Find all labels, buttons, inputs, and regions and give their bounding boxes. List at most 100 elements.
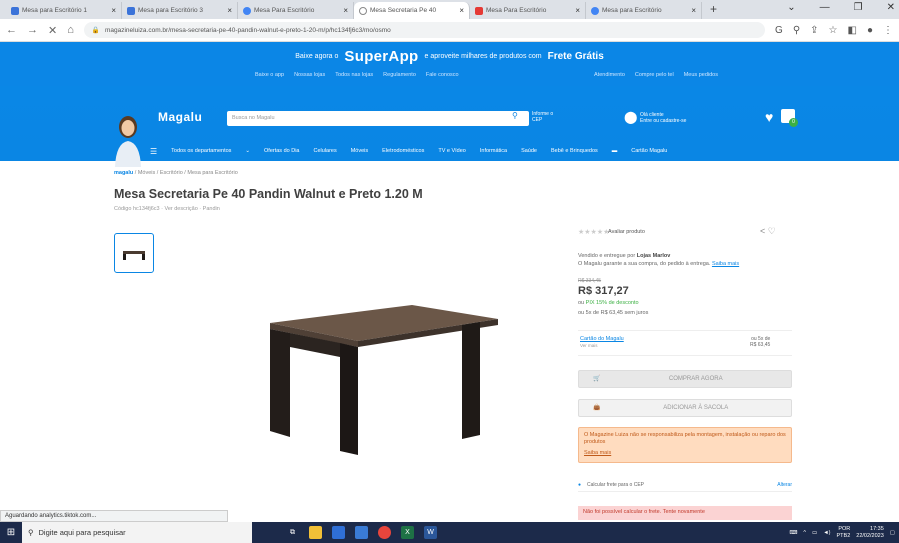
tab-close-icon[interactable]: × (575, 6, 580, 15)
lock-icon: 🔒 (91, 27, 100, 34)
excel-icon[interactable]: X (401, 526, 414, 539)
top-link[interactable]: Compre pelo tel (635, 72, 674, 78)
browser-tab[interactable]: Mesa para Escritório 3 × (122, 2, 238, 19)
volume-icon[interactable]: ◄) (823, 530, 830, 536)
category-link[interactable]: Móveis (351, 148, 368, 154)
back-icon[interactable]: ← (6, 24, 17, 36)
category-link[interactable]: Informática (480, 148, 507, 154)
cart-badge: 0 (789, 118, 798, 127)
breadcrumb: magalu / Móveis / Escritório / Mesa para… (114, 170, 238, 176)
window-controls: ⌄ — ❐ ✕ (787, 2, 895, 13)
magalu-card-label[interactable]: Cartão do Magalu (580, 336, 624, 342)
url-input[interactable]: 🔒 magazineluiza.com.br/mesa-secretaria-pe… (83, 22, 766, 38)
top-link[interactable]: Todos nas lojas (335, 72, 373, 78)
bookmark-star-icon[interactable]: ☆ (829, 25, 838, 36)
browser-tab[interactable]: Mesa Para Escritório × (238, 2, 354, 19)
top-link[interactable]: Meus pedidos (684, 72, 718, 78)
product-main-image[interactable] (262, 305, 498, 455)
category-link[interactable]: Cartão Magalu (631, 148, 667, 154)
taskbar-apps: ⧉ X W (286, 526, 437, 539)
category-link[interactable]: Celulares (313, 148, 336, 154)
maximize-icon[interactable]: ❐ (854, 2, 863, 13)
buy-now-button[interactable]: 🛒 COMPRAR AGORA (578, 370, 792, 388)
price: R$ 317,27 (578, 285, 629, 297)
category-nav: ☰ Todos os departamentos ⌄ Ofertas do Di… (150, 144, 810, 158)
shipping-cep-row: ● Calcular frete para o CEP Alterar (578, 478, 792, 492)
task-view-icon[interactable]: ⧉ (286, 526, 299, 539)
menu-icon[interactable]: ⋮ (883, 25, 893, 36)
file-explorer-icon[interactable] (309, 526, 322, 539)
category-link[interactable]: Todos os departamentos (171, 148, 231, 154)
top-link[interactable]: Fale conosco (426, 72, 459, 78)
browser-tab-bar: Mesa para Escritório 1 × Mesa para Escrit… (0, 0, 899, 19)
magalu-logo[interactable]: Magalu (158, 110, 202, 124)
change-cep-link[interactable]: Alterar (777, 482, 792, 488)
category-link[interactable]: TV e Vídeo (438, 148, 466, 154)
tab-close-icon[interactable]: × (227, 6, 232, 15)
browser-tab[interactable]: Mesa para Escritório × (586, 2, 702, 19)
zoom-icon[interactable]: ⚲ (793, 25, 800, 36)
breadcrumb-home[interactable]: magalu (114, 170, 133, 176)
taskbar-search-input[interactable]: ⚲ Digite aqui para pesquisar (22, 522, 252, 543)
store-icon[interactable] (332, 526, 345, 539)
category-link[interactable]: Saúde (521, 148, 537, 154)
word-icon[interactable]: W (424, 526, 437, 539)
tab-close-icon[interactable]: × (691, 6, 696, 15)
superapp-logo: SuperApp (344, 48, 419, 65)
search-input[interactable]: Busca no Magalu (227, 111, 529, 126)
rate-product-link[interactable]: Avaliar produto (608, 229, 645, 235)
close-window-icon[interactable]: ✕ (887, 2, 895, 13)
assembly-alert: O Magazine Luiza não se responsabiliza p… (578, 427, 792, 463)
category-link[interactable]: Bebê e Brinquedos (551, 148, 598, 154)
lu-avatar-image (115, 116, 141, 167)
alert-link[interactable]: Saiba mais (584, 450, 786, 457)
notification-icon[interactable]: ▢ (890, 530, 895, 536)
chrome-icon[interactable] (378, 526, 391, 539)
add-to-bag-button[interactable]: 👜 ADICIONAR À SACOLA (578, 399, 792, 417)
profile-icon[interactable]: ● (867, 25, 873, 36)
browser-tab[interactable]: Mesa Para Escritório × (470, 2, 586, 19)
sidebar-icon[interactable]: ◧ (848, 25, 857, 36)
tab-close-icon[interactable]: × (459, 6, 464, 15)
cep-selector[interactable]: Informe o CEP (532, 111, 553, 123)
top-link[interactable]: Baixe o app (255, 72, 284, 78)
search-icon[interactable]: ⚲ (512, 111, 518, 120)
promo-banner[interactable]: Baixe agora o SuperApp e aproveite milha… (0, 42, 899, 86)
home-icon[interactable]: ⌂ (67, 24, 74, 36)
network-icon[interactable]: ▭ (812, 530, 817, 536)
guarantee-link[interactable]: Saiba mais (712, 261, 739, 267)
browser-tab-active[interactable]: Mesa Secretaria Pe 40 × (354, 2, 470, 19)
category-link[interactable]: Eletrodomésticos (382, 148, 424, 154)
windows-taskbar: ⊞ ⚲ Digite aqui para pesquisar ⧉ X W ⌨ ^ … (0, 522, 899, 543)
clock[interactable]: 17:35 22/02/2023 (856, 526, 884, 540)
product-thumbnail[interactable] (114, 233, 154, 273)
login-link[interactable]: Olá cliente Entre ou cadastre-se (640, 112, 686, 124)
forward-icon[interactable]: → (27, 24, 38, 36)
keyboard-icon[interactable]: ⌨ (789, 530, 797, 536)
hamburger-icon[interactable]: ☰ (150, 147, 157, 156)
magalu-card-value: ou 5x de R$ 63,45 (750, 336, 771, 348)
google-icon[interactable]: G (775, 25, 783, 36)
top-links-right: Atendimento Compre pelo tel Meus pedidos (594, 72, 718, 78)
new-tab-button[interactable]: + (702, 2, 725, 19)
favorites-heart-icon[interactable]: ♥ (765, 109, 773, 125)
top-link[interactable]: Nossas lojas (294, 72, 325, 78)
tab-favicon-icon (591, 6, 599, 15)
share-icon[interactable]: < ♡ (760, 226, 776, 237)
top-link[interactable]: Atendimento (594, 72, 625, 78)
tab-search-icon[interactable]: ⌄ (787, 2, 795, 13)
browser-tab[interactable]: Mesa para Escritório 1 × (6, 2, 122, 19)
share-icon[interactable]: ⇪ (810, 25, 818, 36)
tray-chevron-icon[interactable]: ^ (803, 530, 806, 536)
minimize-icon[interactable]: — (820, 2, 830, 13)
seller-link[interactable]: Lojas Marlov (637, 253, 671, 259)
rating-stars[interactable]: ★★★★★ (578, 228, 609, 236)
top-link[interactable]: Regulamento (383, 72, 416, 78)
category-link[interactable]: Ofertas do Dia (264, 148, 299, 154)
language-indicator[interactable]: POR PTB2 (837, 526, 851, 540)
windows-start-icon[interactable]: ⊞ (0, 527, 22, 538)
stop-icon[interactable]: ✕ (48, 24, 57, 37)
tab-close-icon[interactable]: × (111, 6, 116, 15)
tab-close-icon[interactable]: × (343, 6, 348, 15)
mail-icon[interactable] (355, 526, 368, 539)
